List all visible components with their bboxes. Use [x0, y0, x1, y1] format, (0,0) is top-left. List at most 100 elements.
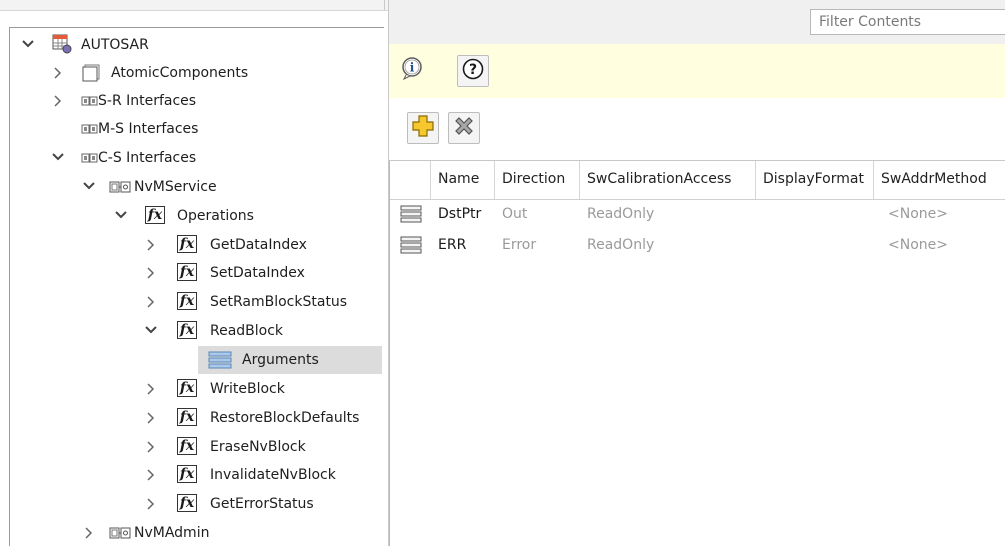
argument-row-icon [400, 205, 424, 229]
chevron-right-icon[interactable] [145, 235, 157, 253]
column-header-direction[interactable]: Direction [502, 171, 565, 187]
fx-icon: fx [177, 321, 197, 339]
info-bar: i ? [389, 44, 1005, 98]
svg-text:i: i [410, 61, 415, 75]
cell-direction[interactable]: Error [502, 237, 536, 253]
chevron-right-icon[interactable] [145, 494, 157, 512]
tree-item-erasenvblock[interactable]: fx EraseNvBlock [0, 433, 388, 461]
atomic-components-icon [82, 64, 102, 86]
fx-icon: fx [177, 437, 197, 455]
chevron-right-icon[interactable] [145, 292, 157, 310]
tree-item-sr-interfaces[interactable]: S-R Interfaces [0, 87, 388, 115]
chevron-right-icon[interactable] [52, 63, 64, 81]
tree-item-invalidatenvblock[interactable]: fx InvalidateNvBlock [0, 461, 388, 489]
fx-icon: fx [177, 379, 197, 397]
info-icon[interactable]: i [401, 56, 423, 84]
fx-icon: fx [145, 206, 165, 224]
tree-item-label: WriteBlock [210, 381, 285, 397]
client-server-block-icon [109, 527, 133, 543]
fx-icon: fx [177, 408, 197, 426]
tree-item-label: NvMAdmin [134, 525, 210, 541]
tree-item-label: Arguments [242, 352, 319, 368]
grid-header: Name Direction SwCalibrationAccess Displ… [390, 161, 1005, 200]
add-plus-icon [411, 114, 435, 142]
tree-item-arguments[interactable]: Arguments [0, 346, 388, 374]
arguments-list-icon [208, 351, 232, 373]
chevron-right-icon[interactable] [145, 379, 157, 397]
svg-text:?: ? [469, 62, 477, 78]
tree-item-label: Operations [177, 208, 254, 224]
delete-x-icon [452, 114, 476, 142]
tree-item-restoreblockdefaults[interactable]: fx RestoreBlockDefaults [0, 404, 388, 432]
tree-item-label: C-S Interfaces [98, 150, 197, 166]
table-row[interactable]: ERR Error ReadOnly <None> [390, 232, 1005, 260]
tree-item-getdataindex[interactable]: fx GetDataIndex [0, 231, 388, 259]
tree-item-label: RestoreBlockDefaults [210, 410, 360, 426]
chevron-right-icon[interactable] [145, 263, 157, 281]
chevron-down-icon[interactable] [22, 35, 34, 53]
fx-icon: fx [177, 263, 197, 281]
cell-swaddrmethod[interactable]: <None> [888, 206, 948, 222]
tree-item-nvmadmin[interactable]: NvMAdmin [0, 519, 388, 546]
column-header-swcalibrationaccess[interactable]: SwCalibrationAccess [587, 171, 731, 187]
tree-panel-header-strip [0, 0, 388, 11]
cell-swcalibrationaccess[interactable]: ReadOnly [587, 237, 654, 253]
autosar-grid-icon [52, 34, 72, 58]
fx-icon: fx [177, 465, 197, 483]
column-header-swaddrmethod[interactable]: SwAddrMethod [881, 171, 987, 187]
tree-item-label: GetErrorStatus [210, 496, 314, 512]
cell-swcalibrationaccess[interactable]: ReadOnly [587, 206, 654, 222]
chevron-right-icon[interactable] [145, 465, 157, 483]
chevron-right-icon[interactable] [145, 437, 157, 455]
tree-item-label: SetDataIndex [210, 265, 305, 281]
cell-name[interactable]: ERR [438, 237, 466, 253]
chevron-down-icon[interactable] [115, 206, 127, 224]
tree-item-cs-interfaces[interactable]: C-S Interfaces [0, 144, 388, 172]
tree-item-setdataindex[interactable]: fx SetDataIndex [0, 259, 388, 287]
model-tree-panel: AUTOSAR AtomicComponents S-R Interfaces … [0, 0, 389, 546]
content-panel: i ? [389, 0, 1005, 546]
chevron-right-icon[interactable] [145, 408, 157, 426]
client-server-block-icon [109, 181, 133, 197]
chevron-down-icon[interactable] [145, 321, 157, 339]
chevron-down-icon[interactable] [52, 148, 64, 166]
tree-item-autosar[interactable]: AUTOSAR [0, 31, 388, 59]
tree-item-label: NvMService [134, 179, 217, 195]
fx-icon: fx [177, 235, 197, 253]
help-button[interactable]: ? [457, 55, 489, 87]
filter-contents-input[interactable] [810, 9, 1005, 35]
tree-item-nvmservice[interactable]: NvMService [0, 173, 388, 201]
tree-item-label: AtomicComponents [111, 65, 249, 81]
arguments-grid: Name Direction SwCalibrationAccess Displ… [389, 161, 1005, 546]
filter-bar [389, 0, 1005, 45]
toolbar [389, 98, 1005, 161]
tree-item-label: ReadBlock [210, 323, 284, 339]
chevron-right-icon[interactable] [83, 523, 95, 541]
tree-item-geterrorstatus[interactable]: fx GetErrorStatus [0, 490, 388, 518]
help-icon: ? [462, 58, 484, 84]
tree-item-label: AUTOSAR [81, 37, 149, 53]
tree-item-label: GetDataIndex [210, 237, 307, 253]
tree-item-readblock[interactable]: fx ReadBlock [0, 317, 388, 345]
tree-item-label: M-S Interfaces [98, 121, 199, 137]
column-header-displayformat[interactable]: DisplayFormat [763, 171, 864, 187]
chevron-down-icon[interactable] [83, 177, 95, 195]
tree-item-label: EraseNvBlock [210, 439, 306, 455]
tree-item-ms-interfaces[interactable]: M-S Interfaces [0, 115, 388, 143]
tree-item-setramblockstatus[interactable]: fx SetRamBlockStatus [0, 288, 388, 316]
cell-swaddrmethod[interactable]: <None> [888, 237, 948, 253]
table-row[interactable]: DstPtr Out ReadOnly <None> [390, 201, 1005, 229]
column-header-name[interactable]: Name [438, 171, 479, 187]
argument-row-icon [400, 236, 424, 260]
tree-item-operations[interactable]: fx Operations [0, 202, 388, 230]
delete-button[interactable] [448, 112, 480, 144]
fx-icon: fx [177, 292, 197, 310]
cell-direction[interactable]: Out [502, 206, 527, 222]
tree-item-label: S-R Interfaces [98, 93, 197, 109]
tree-item-writeblock[interactable]: fx WriteBlock [0, 375, 388, 403]
chevron-right-icon[interactable] [52, 91, 64, 109]
add-button[interactable] [407, 112, 439, 144]
fx-icon: fx [177, 494, 197, 512]
cell-name[interactable]: DstPtr [438, 206, 481, 222]
tree-item-atomiccomponents[interactable]: AtomicComponents [0, 59, 388, 87]
